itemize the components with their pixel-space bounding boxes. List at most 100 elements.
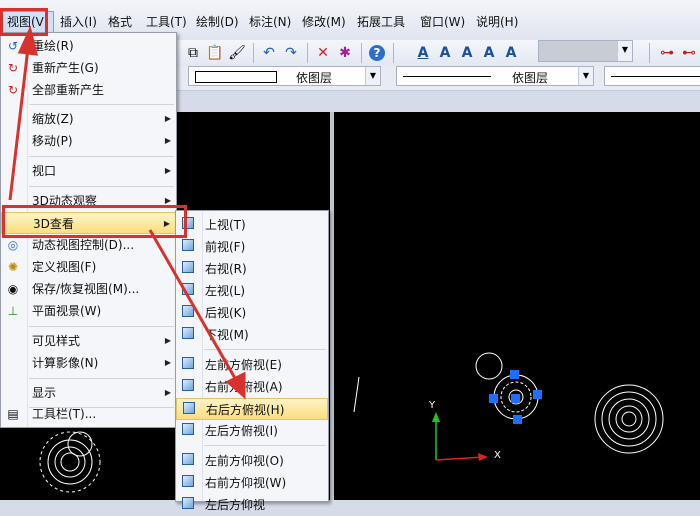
menu-extend-tools[interactable]: 拓展工具 [353,12,409,32]
menu-item-visual-styles[interactable]: 可见样式 ▶ [1,330,176,352]
paste-icon[interactable]: 📋 [205,43,225,63]
cube-left-icon [180,283,196,299]
menu-item-label: 定义视图(F) [32,260,97,274]
menu-item-sw-bottom[interactable]: 左前方仰视(O) [176,450,328,472]
selection-grips [489,370,542,424]
menu-item-top-view[interactable]: 上视(T) [176,214,328,236]
cube-iso-icon [181,402,197,418]
menu-window[interactable]: 窗口(W) [416,12,469,32]
dimension-icon[interactable]: ⊶ [657,43,677,63]
menu-item-right-view[interactable]: 右视(R) [176,258,328,280]
submenu-arrow-icon: ▶ [164,136,171,145]
linetype-dropdown[interactable]: 依图层 ▼ [396,66,594,86]
text-style-icon[interactable]: A [413,43,433,63]
chevron-down-icon: ▼ [365,67,380,85]
text-icon[interactable]: A [435,43,455,63]
menu-item-nw-bottom[interactable]: 左后方仰视 [176,494,328,516]
linetype-swatch [403,76,491,77]
toolbar-separator [253,43,254,63]
menu-item-sw-iso[interactable]: 左前方俯视(E) [176,354,328,376]
properties-bar: 依图层 ▼ 依图层 ▼ [175,66,700,91]
menu-item-zoom[interactable]: 缩放(Z) ▶ [1,108,176,130]
ucs-icon [432,412,488,461]
menu-item-define-view[interactable]: ✺ 定义视图(F) [1,256,176,278]
annotation-box-view-menu [0,8,48,36]
toolbar-separator [649,43,650,63]
menu-item-viewports[interactable]: 视口 ▶ [1,160,176,182]
menu-item-se-bottom[interactable]: 右前方仰视(W) [176,472,328,494]
linetype-value: 依图层 [512,71,549,85]
redo-icon[interactable]: ↷ [281,43,301,63]
layer-dropdown[interactable]: 依图层 ▼ [188,66,381,86]
menu-item-nw-iso[interactable]: 左后方俯视(I) [176,420,328,442]
find-text-icon[interactable]: A [501,43,521,63]
toolbar-icon: ▤ [7,407,19,421]
copy-icon[interactable]: ⧉ [183,43,203,63]
menu-divider [29,326,174,327]
style-dropdown[interactable]: ▼ [538,40,633,62]
chevron-down-icon: ▼ [617,41,632,61]
cube-iso-icon [180,475,196,491]
chevron-down-icon: ▼ [578,67,593,85]
menu-dimension[interactable]: 标注(N) [245,12,295,32]
menu-item-se-iso[interactable]: 右前方俯视(A) [176,376,328,398]
submenu-arrow-icon: ▶ [164,358,171,367]
menu-item-label: 右视(R) [205,262,247,276]
menu-item-toolbars[interactable]: ▤ 工具栏(T)... [1,403,176,425]
menu-item-label: 显示 [32,386,57,400]
layer-value: 依图层 [296,71,333,85]
plan-view-icon: ⊥ [7,304,19,318]
edit-text-icon[interactable]: A [479,43,499,63]
mtext-icon[interactable]: A [457,43,477,63]
ucs-x-label: X [494,450,501,461]
menu-item-front-view[interactable]: 前视(F) [176,236,328,258]
menu-help[interactable]: 说明(H) [472,12,522,32]
undo-icon[interactable]: ↶ [259,43,279,63]
cube-back-icon [180,305,196,321]
menu-item-label: 重绘(R) [32,39,74,53]
menu-draw[interactable]: 绘制(D) [192,12,243,32]
menu-modify[interactable]: 修改(M) [298,12,350,32]
cube-iso-icon [180,357,196,373]
right-viewport-drawing [353,352,664,461]
menu-item-ne-iso[interactable]: 右后方俯视(H) [176,398,328,420]
menu-item-back-view[interactable]: 后视(K) [176,302,328,324]
cube-iso-icon [180,423,196,439]
menu-item-regen[interactable]: ↻ 重新产生(G) [1,57,176,79]
menu-tools[interactable]: 工具(T) [142,12,191,32]
match-properties-icon[interactable]: 🖌 [227,43,247,63]
menu-item-label: 右前方俯视(A) [205,380,283,394]
dimension-aligned-icon[interactable]: ⊷ [679,43,699,63]
menu-item-left-view[interactable]: 左视(L) [176,280,328,302]
menu-item-label: 左前方仰视(O) [205,454,284,468]
cube-iso-icon [180,453,196,469]
menu-item-label: 平面视景(W) [32,304,102,318]
menu-item-label: 前视(F) [205,240,246,254]
menu-item-bottom-view[interactable]: 下视(M) [176,324,328,346]
menu-item-label: 可见样式 [32,334,81,348]
menu-item-render[interactable]: 计算影像(N) ▶ [1,352,176,374]
menu-format[interactable]: 格式 [104,12,136,32]
menu-divider [204,445,326,446]
purge-icon[interactable]: ✱ [335,43,355,63]
menu-item-display[interactable]: 显示 ▶ [1,382,176,404]
menu-item-save-view[interactable]: ◉ 保存/恢复视图(M)... [1,278,176,300]
help-icon[interactable]: ? [367,43,387,63]
menu-item-regen-all[interactable]: ↻ 全部重新产生 [1,79,176,101]
menu-item-plan-view[interactable]: ⊥ 平面视景(W) [1,300,176,322]
menu-divider [29,378,174,379]
menu-item-label: 工具栏(T)... [32,407,97,421]
lineweight-dropdown[interactable] [604,66,700,86]
toolbar-separator [361,43,362,63]
menu-item-label: 视口 [32,164,57,178]
menu-item-redraw[interactable]: ↺ 重绘(R) [1,35,176,57]
viewport-right[interactable]: Y X [334,112,700,500]
menu-insert[interactable]: 插入(I) [56,12,101,32]
cube-iso-icon [180,379,196,395]
submenu-arrow-icon: ▶ [164,336,171,345]
delete-icon[interactable]: ✕ [313,43,333,63]
menu-divider [204,349,326,350]
cube-right-icon [180,261,196,277]
menu-item-label: 移动(P) [32,134,73,148]
menu-item-pan[interactable]: 移动(P) ▶ [1,130,176,152]
